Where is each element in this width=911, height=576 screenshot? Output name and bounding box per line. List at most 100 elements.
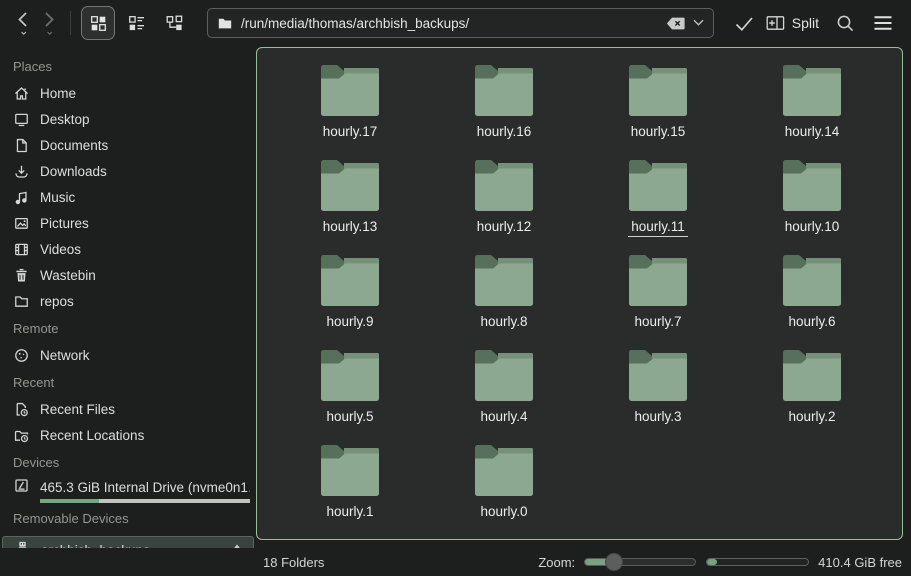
details-view-button[interactable] <box>119 6 153 40</box>
folder-item[interactable]: hourly.15 <box>581 62 735 157</box>
sidebar-item-label: Videos <box>40 242 81 257</box>
sidebar-item-label: Recent Locations <box>40 428 144 443</box>
folder-label: hourly.11 <box>628 219 688 237</box>
folder-icon <box>780 157 844 213</box>
split-view-icon <box>766 15 785 31</box>
document-icon <box>13 137 30 154</box>
sidebar-item-network[interactable]: Network <box>0 342 256 368</box>
folder-item[interactable]: hourly.0 <box>427 442 581 537</box>
remote-header: Remote <box>0 314 256 342</box>
folder-icon <box>472 442 536 498</box>
split-button[interactable]: Split <box>766 15 819 31</box>
home-icon <box>13 85 30 102</box>
location-dropdown-button[interactable] <box>693 19 704 27</box>
sidebar-item-repos[interactable]: repos <box>0 288 256 314</box>
folder-label: hourly.8 <box>477 314 530 331</box>
icons-view-button[interactable] <box>81 6 115 40</box>
folder-item[interactable]: hourly.14 <box>735 62 889 157</box>
zoom-slider-track[interactable] <box>584 558 696 566</box>
sidebar-item-label: Pictures <box>40 216 89 231</box>
sidebar-item-recent-locations[interactable]: Recent Locations <box>0 422 256 448</box>
free-space-label: 410.4 GiB free <box>818 555 902 570</box>
folder-label: hourly.12 <box>474 219 535 236</box>
menu-button[interactable] <box>867 6 899 40</box>
back-button[interactable] <box>10 6 36 40</box>
places-header: Places <box>0 52 256 80</box>
folder-label: hourly.16 <box>474 124 535 141</box>
sidebar-item-desktop[interactable]: Desktop <box>0 106 256 132</box>
folder-icon <box>472 347 536 403</box>
folder-item[interactable]: hourly.1 <box>273 442 427 537</box>
folder-icon <box>13 293 30 310</box>
location-path[interactable]: /run/media/thomas/archbish_backups/ <box>241 16 658 31</box>
folder-icon <box>217 16 233 31</box>
folder-item[interactable]: hourly.16 <box>427 62 581 157</box>
sidebar-item-music[interactable]: Music <box>0 184 256 210</box>
folder-icon <box>626 157 690 213</box>
folder-label: hourly.10 <box>782 219 843 236</box>
tree-view-button[interactable] <box>157 6 191 40</box>
hamburger-icon <box>873 15 893 31</box>
forward-button[interactable] <box>36 6 62 40</box>
chevron-down-icon <box>693 19 704 27</box>
sidebar-item-label: Wastebin <box>40 268 96 283</box>
sidebar-item-home[interactable]: Home <box>0 80 256 106</box>
folder-item[interactable]: hourly.13 <box>273 157 427 252</box>
picture-icon <box>13 215 30 232</box>
removable-devices-header: Removable Devices <box>0 504 256 532</box>
folder-icon <box>626 62 690 118</box>
folder-item[interactable]: hourly.3 <box>581 347 735 442</box>
folder-item[interactable]: hourly.17 <box>273 62 427 157</box>
video-icon <box>13 241 30 258</box>
location-bar[interactable]: /run/media/thomas/archbish_backups/ <box>207 8 714 38</box>
sidebar-item-internal-drive[interactable]: 465.3 GiB Internal Drive (nvme0n1… <box>0 476 256 504</box>
folder-icon <box>318 62 382 118</box>
zoom-slider-handle[interactable] <box>605 553 623 571</box>
sidebar-item-recent-files[interactable]: Recent Files <box>0 396 256 422</box>
clear-location-button[interactable] <box>666 17 685 30</box>
folder-item[interactable]: hourly.11 <box>581 157 735 252</box>
folder-item[interactable]: hourly.9 <box>273 252 427 347</box>
zoom-label: Zoom: <box>538 555 575 570</box>
internal-drive-usage-bar <box>40 499 250 503</box>
places-panel: Places Home Desktop Documents Downloads … <box>0 46 256 548</box>
sidebar-item-videos[interactable]: Videos <box>0 236 256 262</box>
folder-icon <box>318 442 382 498</box>
sidebar-item-documents[interactable]: Documents <box>0 132 256 158</box>
sidebar-item-label: Downloads <box>40 164 107 179</box>
folder-label: hourly.2 <box>785 409 838 426</box>
accept-location-button[interactable] <box>728 6 760 40</box>
zoom-slider[interactable] <box>584 553 696 571</box>
folder-view[interactable]: hourly.17 hourly.16 <box>256 47 903 540</box>
folder-item[interactable]: hourly.7 <box>581 252 735 347</box>
folder-item[interactable]: hourly.5 <box>273 347 427 442</box>
search-button[interactable] <box>829 6 861 40</box>
folder-item[interactable]: hourly.4 <box>427 347 581 442</box>
chevron-left-icon <box>13 10 33 37</box>
folder-label: hourly.6 <box>785 314 838 331</box>
sidebar-item-label: Music <box>40 190 75 205</box>
trash-icon <box>13 267 30 284</box>
folder-item[interactable]: hourly.10 <box>735 157 889 252</box>
sidebar-item-wastebin[interactable]: Wastebin <box>0 262 256 288</box>
backspace-icon <box>666 17 685 30</box>
sidebar-item-label: Recent Files <box>40 402 115 417</box>
folder-label: hourly.1 <box>323 504 376 521</box>
details-view-icon <box>128 15 145 32</box>
sidebar-item-archbish-backups[interactable]: archbish_backups <box>2 536 254 548</box>
folder-count-label: 18 Folders <box>263 555 324 570</box>
sidebar-item-pictures[interactable]: Pictures <box>0 210 256 236</box>
sidebar-item-label: Documents <box>40 138 108 153</box>
recent-locations-icon <box>13 427 30 444</box>
folder-item[interactable]: hourly.6 <box>735 252 889 347</box>
toolbar-separator <box>70 11 71 35</box>
folder-icon <box>780 62 844 118</box>
folder-item[interactable]: hourly.12 <box>427 157 581 252</box>
disk-usage-bar <box>706 558 809 566</box>
folder-item[interactable]: hourly.2 <box>735 347 889 442</box>
folder-icon <box>626 347 690 403</box>
folder-item[interactable]: hourly.8 <box>427 252 581 347</box>
sidebar-item-downloads[interactable]: Downloads <box>0 158 256 184</box>
folder-icon <box>318 157 382 213</box>
folder-icon <box>472 252 536 308</box>
